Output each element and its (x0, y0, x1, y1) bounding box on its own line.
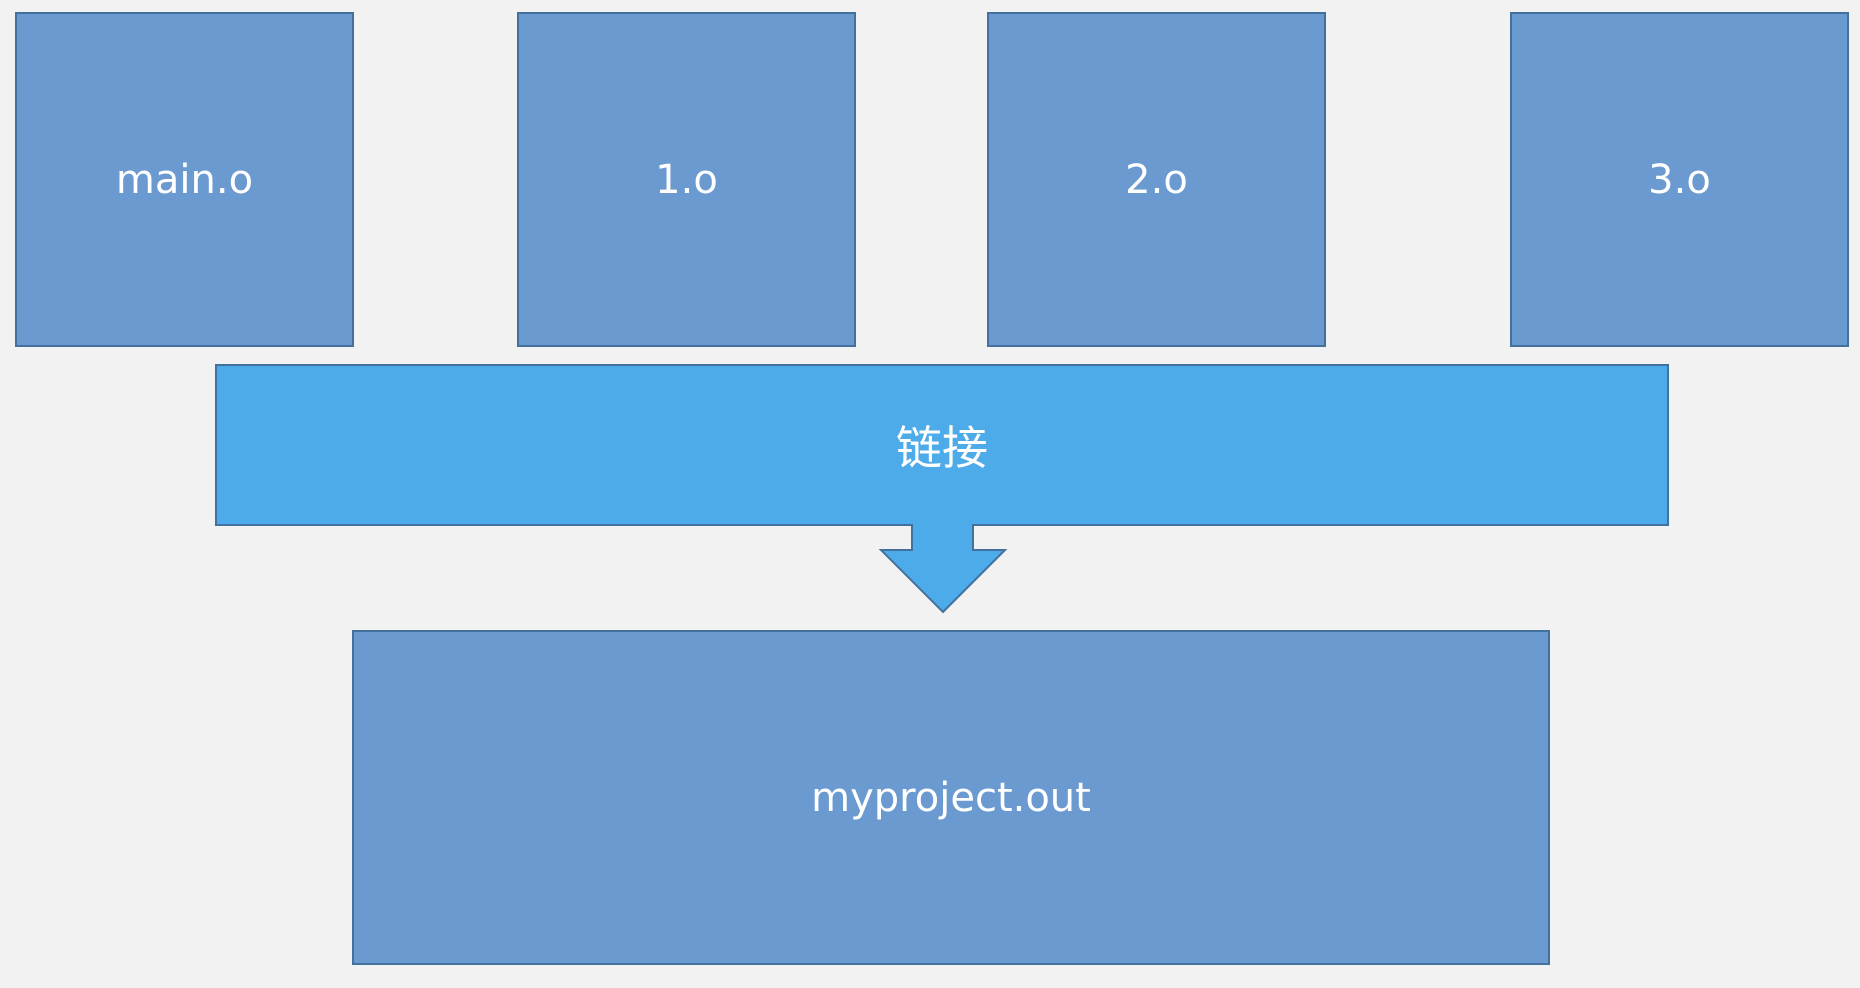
output-executable: myproject.out (352, 630, 1550, 965)
output-executable-label: myproject.out (811, 774, 1091, 821)
diagram-canvas: main.o 1.o 2.o 3.o 链接 myproject.out (0, 0, 1860, 988)
link-step-label: 链接 (896, 421, 988, 475)
